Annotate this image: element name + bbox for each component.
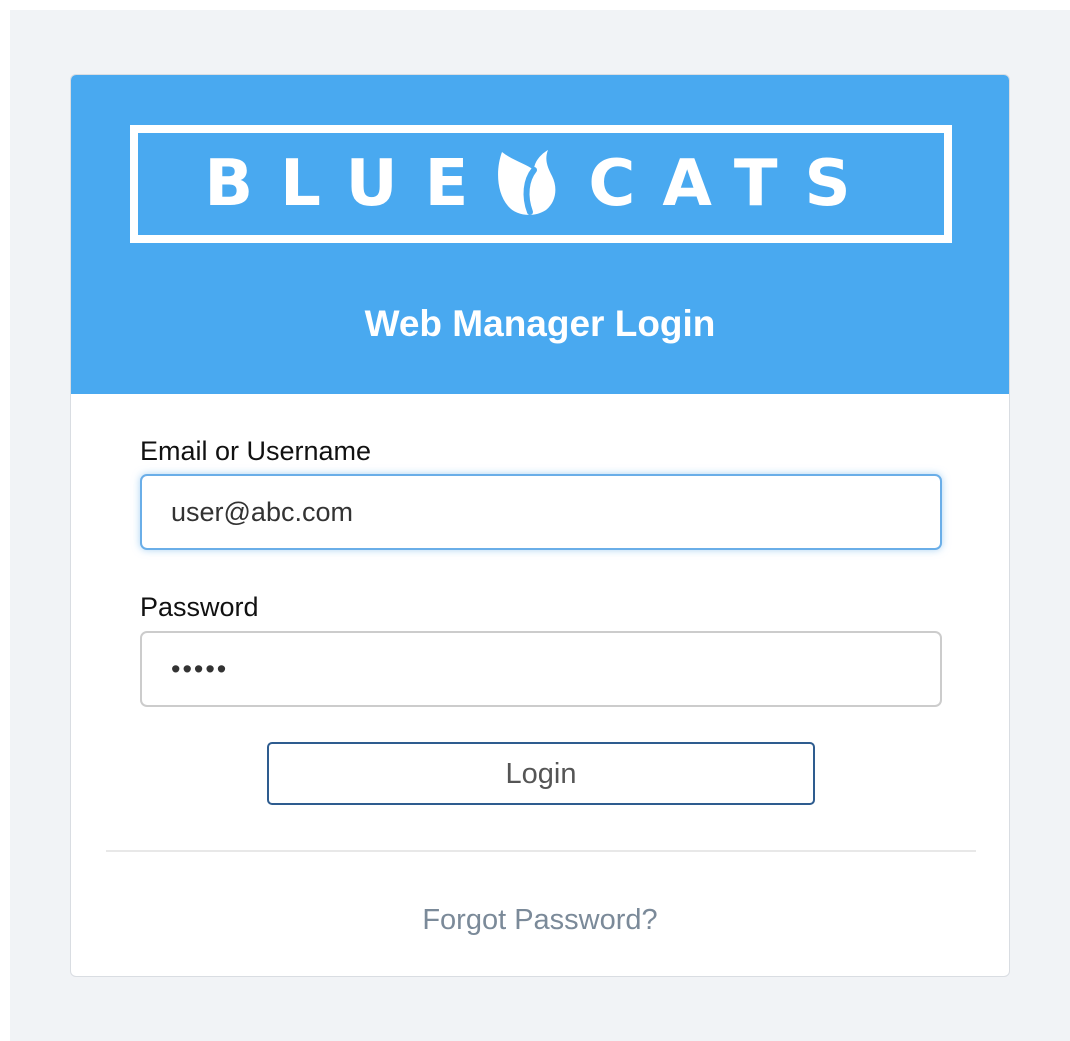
forgot-password-link[interactable]: Forgot Password? bbox=[71, 902, 1009, 938]
blue-cats-logo: BLUE CATS bbox=[130, 125, 952, 243]
email-field[interactable] bbox=[140, 474, 942, 550]
password-label: Password bbox=[140, 592, 259, 622]
page-title: Web Manager Login bbox=[364, 303, 716, 344]
cat-head-icon bbox=[498, 150, 556, 215]
card-header: BLUE CATS Web Manager Login bbox=[71, 75, 1009, 394]
login-button[interactable]: Login bbox=[267, 742, 815, 805]
divider bbox=[106, 850, 976, 852]
logo-word-blue: BLUE bbox=[204, 147, 496, 221]
login-card: BLUE CATS Web Manager Login Email or Use… bbox=[70, 74, 1010, 977]
email-label: Email or Username bbox=[140, 436, 372, 466]
password-field[interactable] bbox=[140, 631, 942, 707]
logo-word-cats: CATS bbox=[588, 147, 878, 221]
